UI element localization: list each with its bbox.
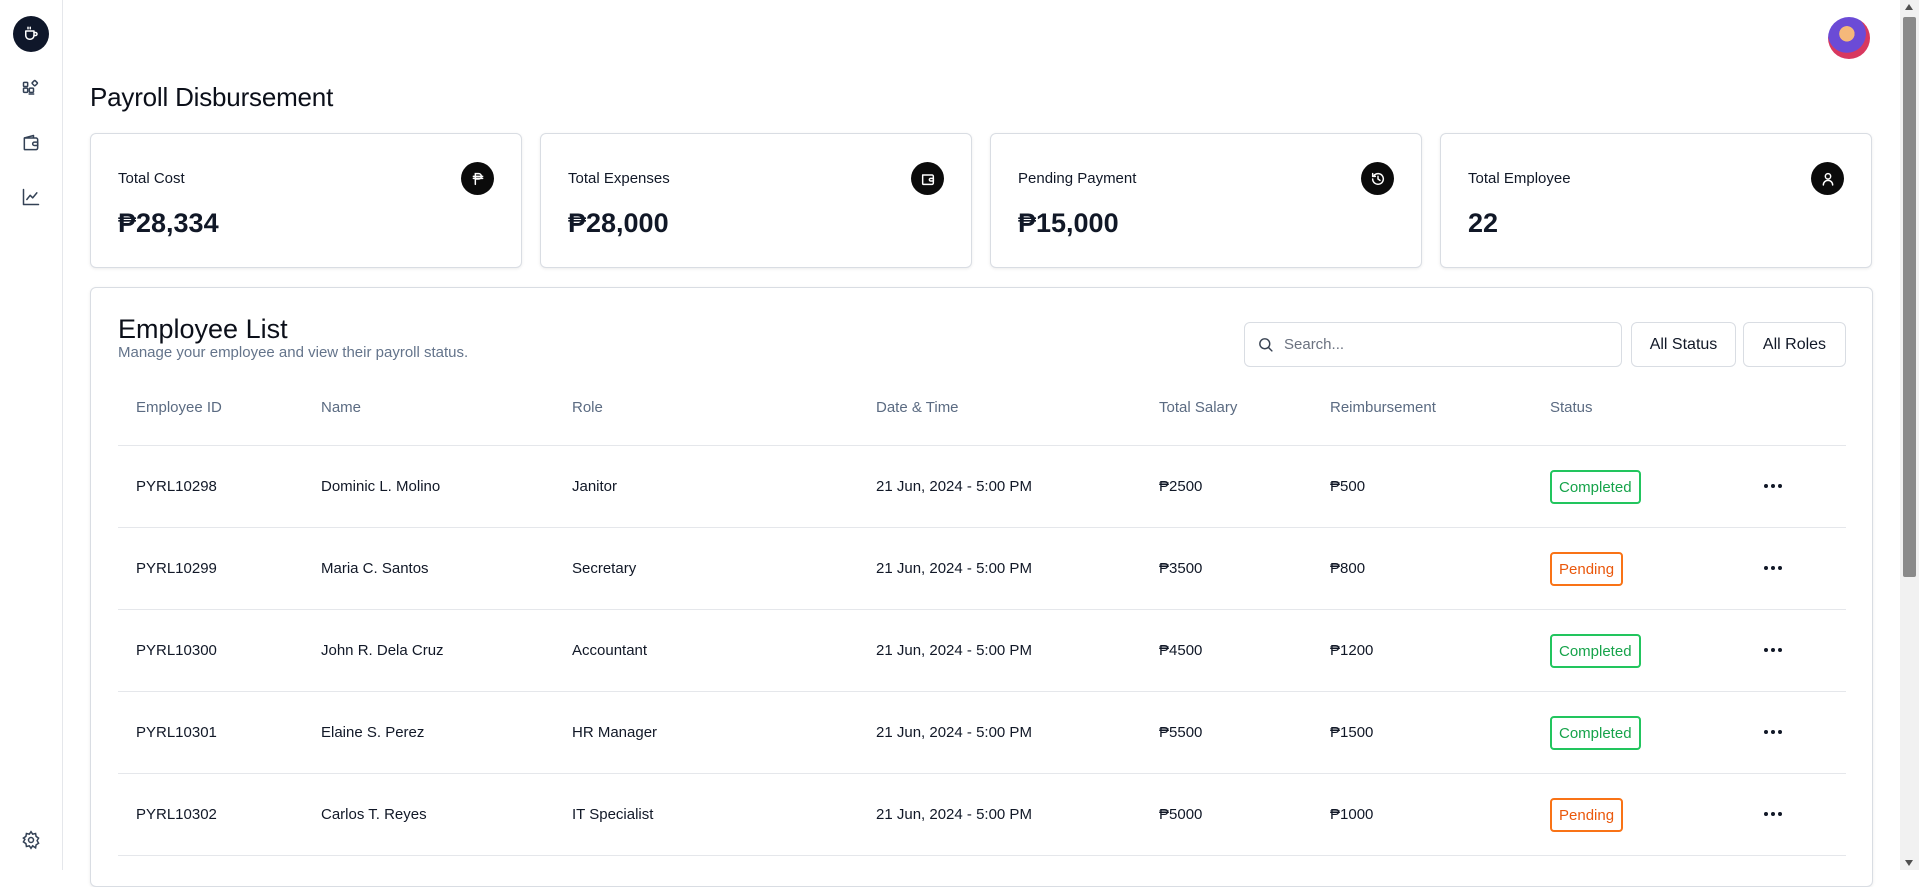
stat-label: Pending Payment bbox=[1018, 170, 1136, 187]
cell-role: HR Manager bbox=[572, 723, 657, 743]
table-row[interactable]: PYRL10300 John R. Dela Cruz Accountant 21 J… bbox=[118, 610, 1846, 692]
cell-role: Secretary bbox=[572, 559, 636, 579]
roles-filter-button[interactable]: All Roles bbox=[1743, 322, 1846, 367]
section-title: Employee List bbox=[118, 314, 288, 345]
stat-value: ₱15,000 bbox=[1018, 208, 1119, 239]
cell-name: Elaine S. Perez bbox=[321, 723, 424, 743]
status-badge: Completed bbox=[1550, 634, 1641, 668]
stat-card-total-expenses: Total Expenses ₱28,000 bbox=[540, 133, 972, 268]
status-filter-button[interactable]: All Status bbox=[1631, 322, 1736, 367]
more-options-icon[interactable] bbox=[1760, 638, 1786, 662]
employee-list-panel: Employee List Manage your employee and v… bbox=[90, 287, 1873, 887]
cell-name: Dominic L. Molino bbox=[321, 477, 440, 497]
cell-datetime: 21 Jun, 2024 - 5:00 PM bbox=[876, 723, 1032, 743]
cell-reimbursement: ₱1500 bbox=[1330, 723, 1373, 743]
history-icon bbox=[1361, 162, 1394, 195]
scroll-down-icon[interactable] bbox=[1905, 860, 1913, 866]
table-row[interactable]: PYRL10298 Dominic L. Molino Janitor 21 Jun,… bbox=[118, 446, 1846, 528]
stat-card-total-cost: Total Cost ₱28,334 bbox=[90, 133, 522, 268]
status-badge: Completed bbox=[1550, 470, 1641, 504]
peso-icon bbox=[461, 162, 494, 195]
cell-salary: ₱2500 bbox=[1159, 477, 1202, 497]
cell-datetime: 21 Jun, 2024 - 5:00 PM bbox=[876, 641, 1032, 661]
stat-value: 22 bbox=[1468, 208, 1498, 239]
status-badge: Pending bbox=[1550, 552, 1623, 586]
column-header[interactable]: Reimbursement bbox=[1330, 398, 1436, 418]
cell-datetime: 21 Jun, 2024 - 5:00 PM bbox=[876, 477, 1032, 497]
dashboard-icon bbox=[21, 79, 41, 99]
sidebar-item-dashboard[interactable] bbox=[19, 77, 43, 101]
avatar[interactable] bbox=[1828, 17, 1870, 59]
user-icon bbox=[1811, 162, 1844, 195]
stat-card-pending-payment: Pending Payment ₱15,000 bbox=[990, 133, 1422, 268]
search-input[interactable] bbox=[1284, 336, 1604, 353]
cell-salary: ₱3500 bbox=[1159, 559, 1202, 579]
more-options-icon[interactable] bbox=[1760, 720, 1786, 744]
stat-label: Total Employee bbox=[1468, 170, 1571, 187]
chart-line-icon bbox=[21, 187, 41, 207]
wallet-icon bbox=[911, 162, 944, 195]
cell-datetime: 21 Jun, 2024 - 5:00 PM bbox=[876, 559, 1032, 579]
gear-icon bbox=[21, 830, 41, 850]
search-box bbox=[1244, 322, 1622, 367]
status-badge: Pending bbox=[1550, 798, 1623, 832]
more-options-icon[interactable] bbox=[1760, 802, 1786, 826]
section-subtitle: Manage your employee and view their payr… bbox=[118, 344, 468, 361]
app-logo[interactable] bbox=[13, 16, 49, 52]
status-badge: Completed bbox=[1550, 716, 1641, 750]
cell-reimbursement: ₱800 bbox=[1330, 559, 1365, 579]
cell-reimbursement: ₱1200 bbox=[1330, 641, 1373, 661]
stat-value: ₱28,334 bbox=[118, 208, 219, 239]
column-header[interactable]: Date & Time bbox=[876, 398, 959, 418]
vertical-scrollbar[interactable] bbox=[1900, 0, 1919, 870]
column-header[interactable]: Employee ID bbox=[136, 398, 222, 418]
cell-role: IT Specialist bbox=[572, 805, 653, 825]
scroll-up-icon[interactable] bbox=[1905, 4, 1913, 10]
table-row[interactable]: PYRL10302 Carlos T. Reyes IT Specialist 21 … bbox=[118, 774, 1846, 856]
stat-label: Total Cost bbox=[118, 170, 185, 187]
table-row[interactable]: PYRL10301 Elaine S. Perez HR Manager 21 Jun… bbox=[118, 692, 1846, 774]
sidebar-item-analytics[interactable] bbox=[19, 185, 43, 209]
cell-id: PYRL10302 bbox=[136, 805, 217, 825]
column-header[interactable]: Name bbox=[321, 398, 361, 418]
cell-reimbursement: ₱1000 bbox=[1330, 805, 1373, 825]
cell-id: PYRL10298 bbox=[136, 477, 217, 497]
table-row[interactable]: PYRL10299 Maria C. Santos Secretary 21 Jun,… bbox=[118, 528, 1846, 610]
wallet-icon bbox=[21, 133, 41, 153]
more-options-icon[interactable] bbox=[1760, 474, 1786, 498]
cell-id: PYRL10301 bbox=[136, 723, 217, 743]
stat-value: ₱28,000 bbox=[568, 208, 669, 239]
sidebar bbox=[0, 0, 63, 870]
cell-salary: ₱5500 bbox=[1159, 723, 1202, 743]
sidebar-item-wallet[interactable] bbox=[19, 131, 43, 155]
cell-salary: ₱4500 bbox=[1159, 641, 1202, 661]
cell-salary: ₱5000 bbox=[1159, 805, 1202, 825]
cell-role: Janitor bbox=[572, 477, 617, 497]
cell-id: PYRL10299 bbox=[136, 559, 217, 579]
cell-name: John R. Dela Cruz bbox=[321, 641, 444, 661]
scroll-thumb[interactable] bbox=[1903, 17, 1916, 577]
cell-role: Accountant bbox=[572, 641, 647, 661]
cell-name: Carlos T. Reyes bbox=[321, 805, 427, 825]
coffee-cup-icon bbox=[22, 25, 40, 43]
column-header[interactable]: Role bbox=[572, 398, 603, 418]
cell-id: PYRL10300 bbox=[136, 641, 217, 661]
more-options-icon[interactable] bbox=[1760, 556, 1786, 580]
table-header: Employee ID Name Role Date & Time Total … bbox=[118, 398, 1846, 446]
stat-label: Total Expenses bbox=[568, 170, 670, 187]
cell-reimbursement: ₱500 bbox=[1330, 477, 1365, 497]
page-title: Payroll Disbursement bbox=[90, 82, 333, 113]
cell-name: Maria C. Santos bbox=[321, 559, 429, 579]
stat-card-total-employee: Total Employee 22 bbox=[1440, 133, 1872, 268]
column-header[interactable]: Status bbox=[1550, 398, 1593, 418]
search-icon bbox=[1257, 336, 1274, 353]
column-header[interactable]: Total Salary bbox=[1159, 398, 1237, 418]
sidebar-item-settings[interactable] bbox=[19, 828, 43, 852]
cell-datetime: 21 Jun, 2024 - 5:00 PM bbox=[876, 805, 1032, 825]
